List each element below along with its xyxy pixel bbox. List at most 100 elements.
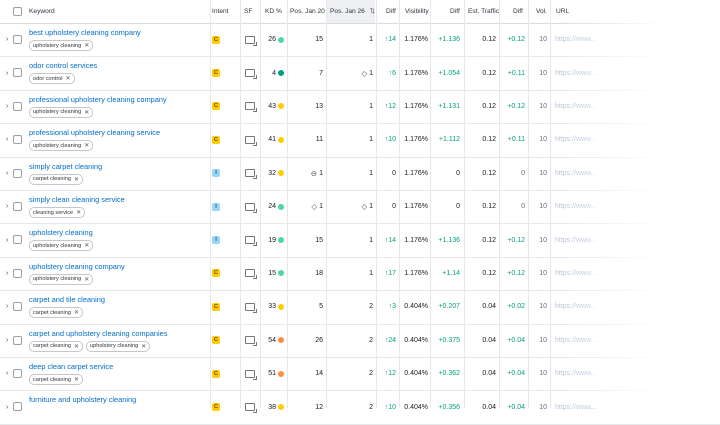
serp-features-icon[interactable] <box>245 336 257 347</box>
keyword-link[interactable]: simply clean cleaning service <box>29 195 125 204</box>
row-checkbox[interactable] <box>13 202 22 211</box>
keyword-tag[interactable]: carpet cleaning ✕ <box>29 307 83 319</box>
intent-badge[interactable]: C <box>212 135 220 144</box>
col-traffic[interactable]: Est. Traffic <box>468 0 499 23</box>
col-keyword[interactable]: Keyword <box>29 0 55 23</box>
col-diff[interactable]: Diff <box>386 0 396 23</box>
keyword-tag[interactable]: upholstery cleaning ✕ <box>29 40 94 51</box>
tag-remove-icon[interactable]: ✕ <box>74 176 79 183</box>
serp-features-icon[interactable] <box>245 135 257 146</box>
col-vis-diff[interactable]: Diff <box>450 0 460 23</box>
expand-row-icon[interactable]: › <box>3 324 11 357</box>
serp-features-icon[interactable] <box>245 69 257 80</box>
row-checkbox[interactable] <box>13 335 22 345</box>
url-cell[interactable]: https://www... <box>555 324 597 357</box>
keyword-tag[interactable]: upholstery cleaning ✕ <box>29 106 94 118</box>
tag-remove-icon[interactable]: ✕ <box>74 376 79 383</box>
intent-badge[interactable]: C <box>212 369 220 378</box>
url-cell[interactable]: https://www... <box>555 90 597 123</box>
url-cell[interactable]: https://www... <box>555 390 597 423</box>
keyword-link[interactable]: best upholstery cleaning company <box>29 28 141 37</box>
intent-badge[interactable]: I <box>212 169 220 178</box>
expand-row-icon[interactable]: › <box>3 190 11 223</box>
keyword-link[interactable]: deep clean carpet service <box>29 362 113 371</box>
url-cell[interactable]: https://www... <box>555 56 597 89</box>
intent-badge[interactable]: I <box>212 202 220 211</box>
expand-row-icon[interactable]: › <box>3 257 11 290</box>
keyword-link[interactable]: upholstery cleaning company <box>29 262 125 271</box>
serp-features-icon[interactable] <box>245 302 257 313</box>
serp-features-icon[interactable] <box>245 169 257 180</box>
row-checkbox[interactable] <box>13 168 22 178</box>
keyword-tag[interactable]: carpet cleaning ✕ <box>29 173 83 185</box>
intent-badge[interactable]: C <box>212 302 220 311</box>
keyword-link[interactable]: carpet and tile cleaning <box>29 295 105 304</box>
expand-row-icon[interactable]: › <box>3 90 11 123</box>
keyword-tag[interactable]: odor control ✕ <box>29 73 75 85</box>
row-checkbox[interactable] <box>13 235 22 245</box>
intent-badge[interactable]: C <box>212 102 220 111</box>
row-checkbox[interactable] <box>13 302 22 312</box>
tag-remove-icon[interactable]: ✕ <box>141 343 146 350</box>
expand-row-icon[interactable]: › <box>3 157 11 190</box>
tag-remove-icon[interactable]: ✕ <box>84 242 89 249</box>
keyword-tag[interactable]: upholstery cleaning ✕ <box>85 340 151 352</box>
tag-remove-icon[interactable]: ✕ <box>66 75 71 82</box>
row-checkbox[interactable] <box>13 35 22 44</box>
keyword-link[interactable]: furniture and upholstery cleaning <box>29 395 136 404</box>
keyword-tag[interactable]: carpet cleaning ✕ <box>29 374 83 385</box>
expand-row-icon[interactable]: › <box>3 290 11 323</box>
col-pos-cur[interactable]: Pos. Jan 26 ⇅ <box>327 0 375 23</box>
keyword-link[interactable]: professional upholstery cleaning company <box>29 95 167 104</box>
expand-row-icon[interactable]: › <box>3 23 11 56</box>
expand-row-icon[interactable]: › <box>3 223 11 256</box>
intent-badge[interactable]: C <box>212 336 220 345</box>
keyword-link[interactable]: simply carpet cleaning <box>29 162 102 171</box>
url-cell[interactable]: https://www... <box>555 23 597 56</box>
expand-row-icon[interactable]: › <box>3 123 11 156</box>
col-visibility[interactable]: Visibility <box>405 0 429 23</box>
row-checkbox[interactable] <box>13 268 22 278</box>
select-all-checkbox[interactable] <box>13 7 22 16</box>
expand-row-icon[interactable]: › <box>3 357 11 390</box>
url-cell[interactable]: https://www... <box>555 257 597 290</box>
keyword-link[interactable]: professional upholstery cleaning service <box>29 128 160 137</box>
tag-remove-icon[interactable]: ✕ <box>76 209 81 216</box>
url-cell[interactable]: https://www... <box>555 223 597 256</box>
row-checkbox[interactable] <box>13 101 22 111</box>
intent-badge[interactable]: C <box>212 69 220 78</box>
tag-remove-icon[interactable]: ✕ <box>74 309 79 316</box>
expand-row-icon[interactable]: › <box>3 390 11 423</box>
serp-features-icon[interactable] <box>245 269 257 280</box>
serp-features-icon[interactable] <box>245 202 257 213</box>
tag-remove-icon[interactable]: ✕ <box>84 142 89 149</box>
serp-features-icon[interactable] <box>245 35 257 46</box>
serp-features-icon[interactable] <box>245 403 257 414</box>
row-checkbox[interactable] <box>13 68 22 78</box>
keyword-tag[interactable]: carpet cleaning ✕ <box>29 340 83 352</box>
intent-badge[interactable]: C <box>212 35 220 44</box>
col-sf[interactable]: SF <box>244 0 252 23</box>
intent-badge[interactable]: C <box>212 269 220 278</box>
keyword-tag[interactable]: upholstery cleaning ✕ <box>29 273 94 285</box>
intent-badge[interactable]: C <box>212 403 220 412</box>
serp-features-icon[interactable] <box>245 102 257 113</box>
keyword-tag[interactable]: upholstery cleaning ✕ <box>29 140 94 152</box>
keyword-tag[interactable]: upholstery cleaning ✕ <box>29 240 94 252</box>
row-checkbox[interactable] <box>13 135 22 145</box>
row-checkbox[interactable] <box>13 369 22 378</box>
col-kd[interactable]: KD % <box>265 0 282 23</box>
url-cell[interactable]: https://www... <box>555 157 597 190</box>
col-vol[interactable]: Vol. <box>536 0 547 23</box>
tag-remove-icon[interactable]: ✕ <box>84 42 89 49</box>
col-traffic-diff[interactable]: Diff <box>513 0 523 23</box>
tag-remove-icon[interactable]: ✕ <box>84 276 89 283</box>
keyword-link[interactable]: carpet and upholstery cleaning companies <box>29 329 167 338</box>
col-pos-prev[interactable]: Pos. Jan 20 <box>290 0 325 23</box>
serp-features-icon[interactable] <box>245 369 257 380</box>
col-intent[interactable]: Intent <box>212 0 229 23</box>
url-cell[interactable]: https://www... <box>555 357 597 390</box>
tag-remove-icon[interactable]: ✕ <box>84 109 89 116</box>
keyword-link[interactable]: odor control services <box>29 61 97 70</box>
expand-row-icon[interactable]: › <box>3 56 11 89</box>
